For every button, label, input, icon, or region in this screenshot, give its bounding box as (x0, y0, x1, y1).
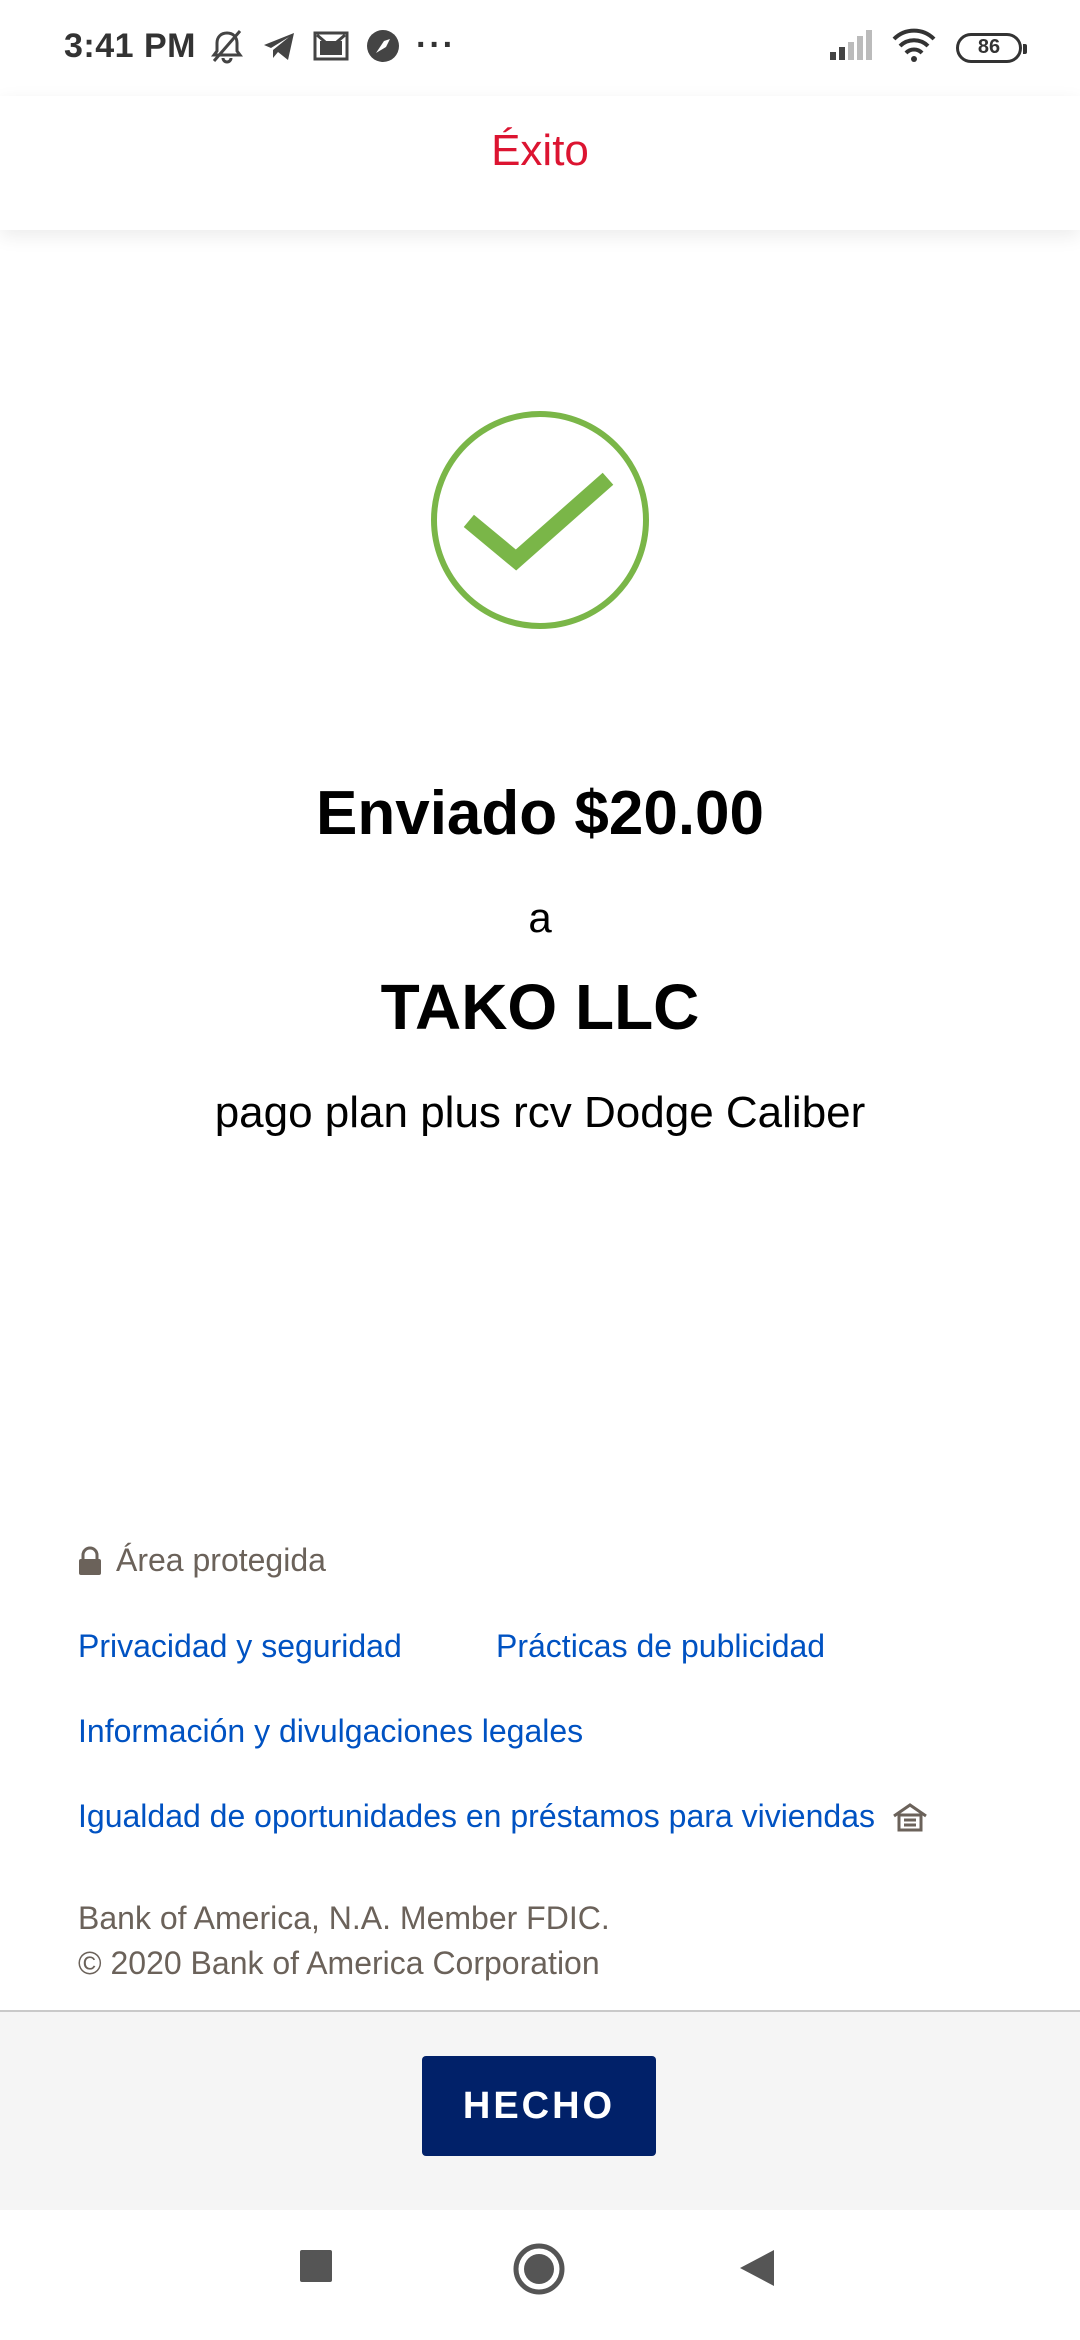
advertising-practices-link[interactable]: Prácticas de publicidad (496, 1628, 825, 1665)
equal-housing-icon (893, 1802, 927, 1831)
legal-disclosures-link[interactable]: Información y divulgaciones legales (78, 1713, 583, 1750)
recipient-name: TAKO LLC (380, 971, 700, 1043)
status-time: 3:41 PM (64, 27, 196, 65)
equal-housing-link[interactable]: Igualdad de oportunidades en préstamos p… (78, 1798, 929, 1835)
square-icon (300, 2250, 332, 2282)
system-nav-bar (0, 2210, 1080, 2340)
circle-icon (513, 2243, 565, 2295)
telegram-icon (260, 27, 298, 65)
payment-memo: pago plan plus rcv Dodge Caliber (214, 1088, 866, 1137)
app-notification-icon (364, 27, 402, 65)
page-title: Éxito (491, 126, 589, 175)
app-header: Éxito (0, 96, 1080, 230)
done-button[interactable]: HECHO (422, 2056, 656, 2156)
battery-icon: 86 (956, 32, 1027, 63)
action-bar: HECHO (0, 2010, 1080, 2210)
gmail-icon (312, 27, 350, 65)
privacy-security-link[interactable]: Privacidad y seguridad (78, 1628, 402, 1665)
home-button[interactable] (512, 2242, 566, 2301)
recipient-connector: a (528, 894, 552, 941)
notifications-muted-icon (208, 27, 246, 65)
status-icons-right: 86 (830, 28, 1027, 67)
status-bar: 3:41 PM ··· 86 (0, 0, 1080, 96)
equal-housing-label: Igualdad de oportunidades en préstamos p… (78, 1798, 875, 1834)
back-button[interactable] (740, 2250, 774, 2291)
status-icons-left: ··· (208, 26, 456, 65)
signal-icon (830, 30, 872, 65)
checkmark-circle-icon (431, 411, 649, 629)
overflow-indicator: ··· (416, 26, 456, 64)
wifi-icon (892, 28, 936, 67)
sent-amount: Enviado $20.00 (315, 779, 765, 848)
triangle-back-icon (740, 2250, 774, 2286)
recent-apps-button[interactable] (300, 2250, 332, 2287)
